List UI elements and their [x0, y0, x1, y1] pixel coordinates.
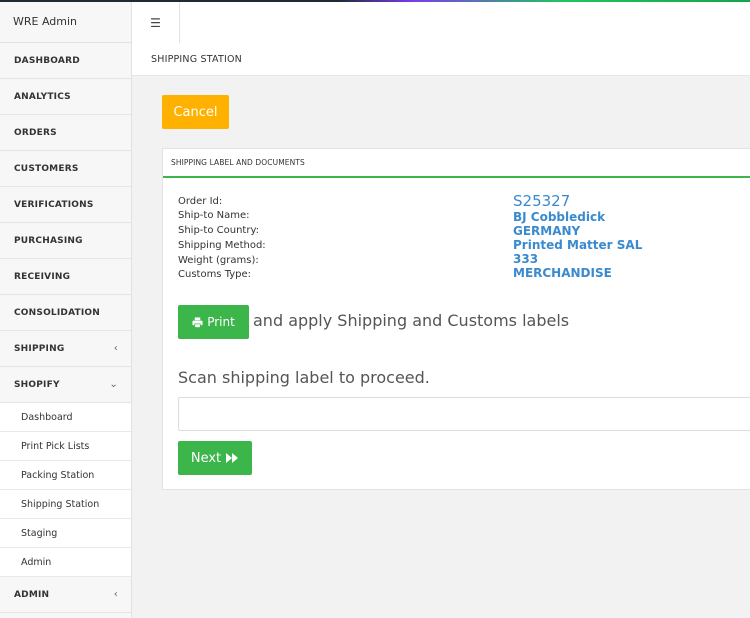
shipping-label-panel: SHIPPING LABEL AND DOCUMENTS Order Id: S… [162, 148, 750, 490]
fast-forward-icon [226, 453, 239, 463]
sidebar: WRE Admin DASHBOARD ANALYTICS ORDERS CUS… [0, 0, 132, 618]
print-instruction: and apply Shipping and Customs labels [253, 311, 570, 330]
nav-shopify[interactable]: SHOPIFY ⌄ [0, 367, 131, 403]
scan-label-input[interactable] [178, 397, 750, 431]
nav-shopify-label: SHOPIFY [14, 379, 60, 390]
brand-title[interactable]: WRE Admin [0, 0, 131, 43]
nav-analytics[interactable]: ANALYTICS [0, 79, 131, 115]
next-button[interactable]: Next [178, 441, 252, 475]
ship-to-name-label: Ship-to Name: [178, 210, 250, 221]
ship-to-name-value: BJ Cobbledick [513, 210, 606, 224]
nav-admin-label: ADMIN [14, 589, 50, 600]
customs-type-value: MERCHANDISE [513, 266, 612, 280]
page-title: SHIPPING STATION [151, 53, 242, 65]
subnav-staging[interactable]: Staging [0, 519, 131, 548]
nav-analytics-label: ANALYTICS [14, 91, 71, 102]
nav-admin[interactable]: ADMIN ‹ [0, 577, 131, 613]
nav-purchasing-label: PURCHASING [14, 235, 83, 246]
print-icon [192, 316, 203, 328]
order-id-value: S25327 [513, 192, 571, 210]
ship-to-country-label: Ship-to Country: [178, 225, 260, 236]
nav-receiving[interactable]: RECEIVING [0, 259, 131, 295]
shipping-method-value: Printed Matter SAL [513, 238, 643, 252]
chevron-left-icon: ‹ [113, 589, 118, 600]
subnav-packing-station[interactable]: Packing Station [0, 461, 131, 490]
hamburger-icon[interactable]: ☰ [132, 2, 180, 43]
scan-instruction: Scan shipping label to proceed. [178, 368, 430, 387]
nav-customers[interactable]: CUSTOMERS [0, 151, 131, 187]
nav-shipping[interactable]: SHIPPING ‹ [0, 331, 131, 367]
top-bar: ☰ [132, 2, 750, 44]
print-button[interactable]: Print [178, 305, 249, 339]
cancel-button[interactable]: Cancel [162, 95, 229, 129]
chevron-left-icon: ‹ [113, 343, 118, 354]
weight-value: 333 [513, 252, 539, 266]
top-accent-bar [0, 0, 750, 2]
next-button-label: Next [190, 450, 222, 466]
nav-verifications-label: VERIFICATIONS [14, 199, 94, 210]
print-button-label: Print [207, 315, 235, 329]
panel-title: SHIPPING LABEL AND DOCUMENTS [163, 149, 750, 178]
nav-consolidation-label: CONSOLIDATION [14, 307, 101, 318]
ship-to-country-value: GERMANY [513, 224, 581, 238]
order-id-label: Order Id: [178, 196, 223, 207]
subnav-admin[interactable]: Admin [0, 548, 131, 577]
subnav-shipping-station[interactable]: Shipping Station [0, 490, 131, 519]
nav-consolidation[interactable]: CONSOLIDATION [0, 295, 131, 331]
nav-purchasing[interactable]: PURCHASING [0, 223, 131, 259]
weight-label: Weight (grams): [178, 255, 259, 266]
nav-orders-label: ORDERS [14, 127, 57, 138]
customs-type-label: Customs Type: [178, 269, 252, 280]
subnav-print-pick-lists[interactable]: Print Pick Lists [0, 432, 131, 461]
nav-verifications[interactable]: VERIFICATIONS [0, 187, 131, 223]
chevron-down-icon: ⌄ [109, 379, 118, 390]
shipping-method-label: Shipping Method: [178, 240, 266, 251]
subnav-dashboard[interactable]: Dashboard [0, 403, 131, 432]
nav-receiving-label: RECEIVING [14, 271, 71, 282]
nav-shipping-label: SHIPPING [14, 343, 65, 354]
nav-orders[interactable]: ORDERS [0, 115, 131, 151]
breadcrumb: SHIPPING STATION [132, 43, 750, 76]
nav-dashboard[interactable]: DASHBOARD [0, 43, 131, 79]
nav-dashboard-label: DASHBOARD [14, 55, 80, 66]
nav-customers-label: CUSTOMERS [14, 163, 79, 174]
